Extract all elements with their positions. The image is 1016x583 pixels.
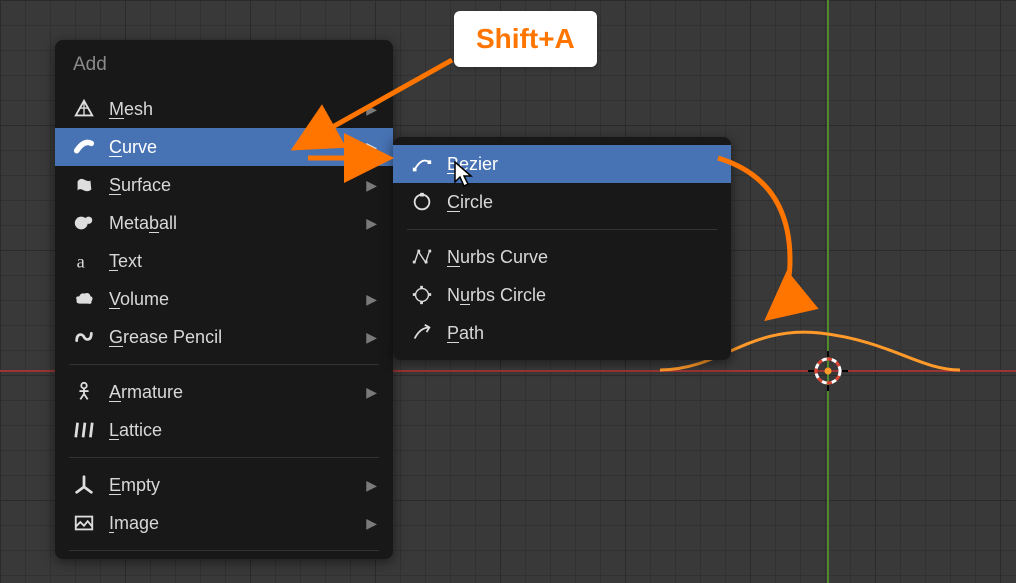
add-menu-item-volume[interactable]: Volume▶: [55, 280, 393, 318]
svg-text:a: a: [77, 251, 85, 271]
add-menu-item-mesh[interactable]: Mesh▶: [55, 90, 393, 128]
submenu-arrow-icon: ▶: [366, 329, 377, 346]
menu-item-label: Nurbs Circle: [447, 285, 715, 306]
add-menu-item-grease-pencil[interactable]: Grease Pencil▶: [55, 318, 393, 356]
ncurve-icon: [409, 244, 435, 270]
add-menu-item-surface[interactable]: Surface▶: [55, 166, 393, 204]
text-icon: a: [71, 248, 97, 274]
3d-cursor: [806, 349, 850, 393]
menu-item-label: Mesh: [109, 99, 366, 120]
volume-icon: [71, 286, 97, 312]
lattice-icon: [71, 417, 97, 443]
axis-y: [827, 0, 829, 583]
curve-submenu-item-circle[interactable]: Circle: [393, 183, 731, 221]
ncircle-icon: [409, 282, 435, 308]
menu-separator: [69, 364, 379, 365]
add-menu-item-armature[interactable]: Armature▶: [55, 373, 393, 411]
menu-separator: [69, 550, 379, 551]
bezier-icon: [409, 151, 435, 177]
menu-item-label: Empty: [109, 475, 366, 496]
add-menu-item-text[interactable]: a Text: [55, 242, 393, 280]
add-menu: Add Mesh▶Curve▶Surface▶Metaball▶aTextVol…: [55, 40, 393, 559]
surface-icon: [71, 172, 97, 198]
circlec-icon: [409, 189, 435, 215]
curve-submenu-item-nurbs-curve[interactable]: Nurbs Curve: [393, 238, 731, 276]
add-menu-item-empty[interactable]: Empty▶: [55, 466, 393, 504]
menu-item-label: Curve: [109, 137, 366, 158]
add-menu-item-metaball[interactable]: Metaball▶: [55, 204, 393, 242]
menu-item-label: Volume: [109, 289, 366, 310]
menu-item-label: Surface: [109, 175, 366, 196]
menu-item-label: Bezier: [447, 154, 715, 175]
add-menu-item-curve[interactable]: Curve▶: [55, 128, 393, 166]
gpencil-icon: [71, 324, 97, 350]
menu-item-label: Path: [447, 323, 715, 344]
metaball-icon: [71, 210, 97, 236]
submenu-arrow-icon: ▶: [366, 515, 377, 532]
menu-item-label: Circle: [447, 192, 715, 213]
menu-separator: [69, 457, 379, 458]
menu-item-label: Metaball: [109, 213, 366, 234]
submenu-arrow-icon: ▶: [366, 384, 377, 401]
submenu-arrow-icon: ▶: [366, 215, 377, 232]
add-menu-title: Add: [55, 40, 393, 90]
curve-submenu-item-bezier[interactable]: Bezier: [393, 145, 731, 183]
submenu-arrow-icon: ▶: [366, 477, 377, 494]
armature-icon: [71, 379, 97, 405]
menu-item-label: Text: [109, 251, 377, 272]
submenu-arrow-icon: ▶: [366, 101, 377, 118]
path-icon: [409, 320, 435, 346]
menu-item-label: Nurbs Curve: [447, 247, 715, 268]
menu-separator: [407, 229, 717, 230]
submenu-arrow-icon: ▶: [366, 177, 377, 194]
menu-item-label: Armature: [109, 382, 366, 403]
submenu-arrow-icon: ▶: [366, 139, 377, 156]
curve-icon: [71, 134, 97, 160]
menu-item-label: Lattice: [109, 420, 377, 441]
curve-submenu: Bezier Circle Nurbs Curve Nurbs Circle Path: [393, 137, 731, 360]
curve-submenu-item-path[interactable]: Path: [393, 314, 731, 352]
shortcut-hint: Shift+A: [454, 11, 597, 67]
add-menu-item-lattice[interactable]: Lattice: [55, 411, 393, 449]
mouse-cursor-icon: [454, 161, 474, 189]
submenu-arrow-icon: ▶: [366, 291, 377, 308]
image-icon: [71, 510, 97, 536]
empty-icon: [71, 472, 97, 498]
mesh-icon: [71, 96, 97, 122]
menu-item-label: Image: [109, 513, 366, 534]
curve-submenu-item-nurbs-circle[interactable]: Nurbs Circle: [393, 276, 731, 314]
menu-item-label: Grease Pencil: [109, 327, 366, 348]
add-menu-item-image[interactable]: Image▶: [55, 504, 393, 542]
